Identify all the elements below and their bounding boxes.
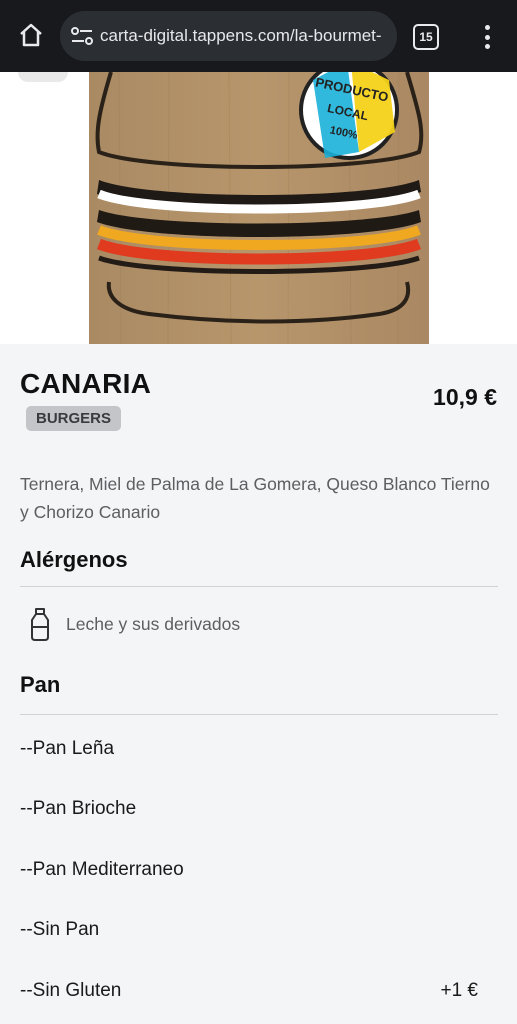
- allergens-divider: [20, 586, 498, 587]
- option-label: --Pan Leña: [20, 738, 115, 759]
- option-price: +1 €: [440, 980, 478, 1001]
- bread-title: Pan: [20, 672, 61, 697]
- home-icon: [20, 23, 42, 47]
- option-label: --Pan Brioche: [20, 798, 137, 819]
- allergen-item: Leche y sus derivados: [20, 606, 240, 642]
- home-button[interactable]: [12, 16, 50, 54]
- bread-option-pan-lena[interactable]: --Pan Leña: [20, 734, 498, 764]
- bread-option-pan-mediterraneo[interactable]: --Pan Mediterraneo: [20, 855, 498, 885]
- browser-toolbar: carta-digital.tappens.com/la-bourmet- 15: [0, 0, 517, 72]
- tab-count: 15: [419, 30, 433, 44]
- site-settings-icon[interactable]: [70, 25, 94, 47]
- product-detail: CANARIA 10,9 € BURGERS Ternera, Miel de …: [0, 344, 517, 1024]
- bread-option-pan-brioche[interactable]: --Pan Brioche: [20, 794, 498, 824]
- bread-option-sin-pan[interactable]: --Sin Pan: [20, 915, 498, 945]
- product-description: Ternera, Miel de Palma de La Gomera, Que…: [20, 474, 490, 522]
- milk-bottle-icon: [31, 608, 49, 641]
- more-vert-icon[interactable]: [472, 22, 502, 52]
- address-bar[interactable]: carta-digital.tappens.com/la-bourmet-: [60, 11, 397, 61]
- bread-option-sin-gluten[interactable]: --Sin Gluten +1 €: [20, 976, 498, 1006]
- local-product-badge: PRODUCTO LOCAL 100%: [299, 72, 399, 160]
- product-name: CANARIA: [20, 368, 152, 399]
- option-label: --Sin Gluten: [20, 980, 122, 1001]
- product-image: PRODUCTO LOCAL 100%: [89, 72, 429, 344]
- product-image-area: PRODUCTO LOCAL 100%: [0, 72, 517, 344]
- allergens-title: Alérgenos: [20, 547, 128, 572]
- allergen-label: Leche y sus derivados: [66, 613, 241, 634]
- category-badge: BURGERS: [26, 406, 122, 431]
- option-label: --Sin Pan: [20, 919, 100, 940]
- option-label: --Pan Mediterraneo: [20, 859, 184, 880]
- back-button-shadow: [18, 72, 68, 82]
- bread-divider: [20, 714, 498, 715]
- tab-switcher-icon[interactable]: 15: [413, 24, 439, 50]
- product-price: 10,9 €: [433, 384, 497, 410]
- url-text[interactable]: carta-digital.tappens.com/la-bourmet-: [100, 26, 392, 46]
